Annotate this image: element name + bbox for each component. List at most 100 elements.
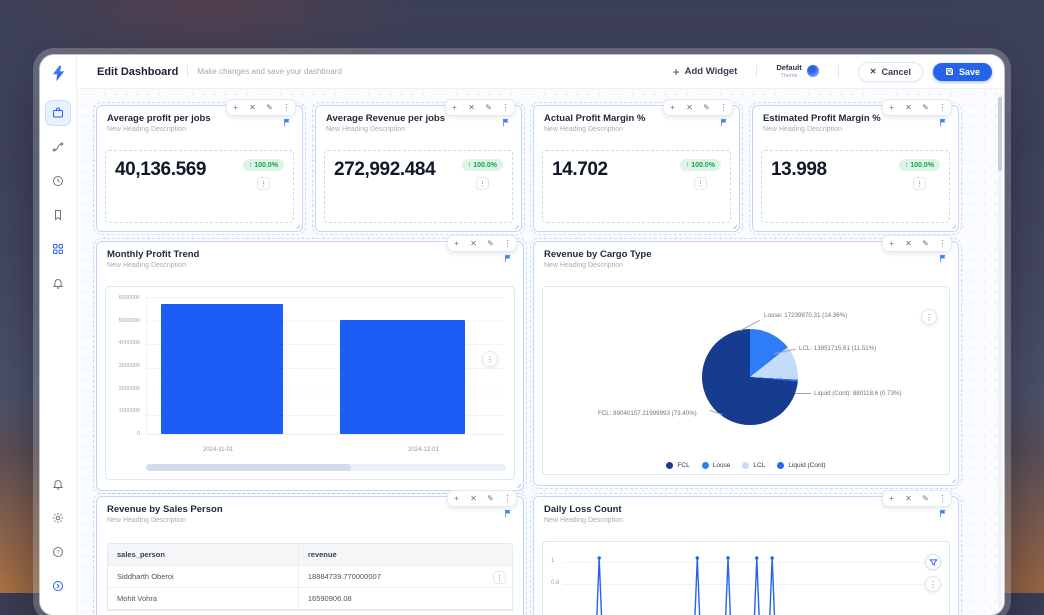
flow-icon <box>52 141 64 153</box>
widget-avg-revenue-per-jobs[interactable]: + ✕ ✎ ⋮ Average Revenue per jobs New Hea… <box>315 105 522 232</box>
widget-close-button[interactable]: ✕ <box>900 491 917 506</box>
sidebar-item-help[interactable]: ? <box>46 540 70 564</box>
row-menu-button[interactable]: ⋮ <box>493 571 506 584</box>
sidebar-item-history[interactable] <box>46 169 70 193</box>
flag-icon[interactable] <box>502 118 511 127</box>
widget-edit-button[interactable]: ✎ <box>698 100 715 115</box>
widget-add-button[interactable]: + <box>883 100 900 115</box>
resize-handle[interactable] <box>514 481 521 488</box>
widget-menu-button[interactable]: ⋮ <box>934 100 951 115</box>
widget-monthly-profit-trend[interactable]: + ✕ ✎ ⋮ Monthly Profit Trend New Heading… <box>96 241 524 491</box>
widget-edit-button[interactable]: ✎ <box>917 236 934 251</box>
chart-hscrollbar-thumb[interactable] <box>146 464 351 471</box>
widget-menu-button[interactable]: ⋮ <box>715 100 732 115</box>
widget-revenue-by-cargo-type[interactable]: + ✕ ✎ ⋮ Revenue by Cargo Type New Headin… <box>533 241 959 486</box>
widget-daily-loss-count[interactable]: + ✕ ✎ ⋮ Daily Loss Count New Heading Des… <box>533 496 959 615</box>
add-widget-button[interactable]: + Add Widget <box>673 65 738 79</box>
legend-item-fcl[interactable]: FCL <box>666 462 689 469</box>
widget-add-button[interactable]: + <box>227 100 244 115</box>
sidebar-item-saved[interactable] <box>46 203 70 227</box>
widget-menu-button[interactable]: ⋮ <box>934 236 951 251</box>
widget-menu-button[interactable]: ⋮ <box>499 491 516 506</box>
table-row[interactable]: Mohit Vohra 16590906.08 <box>108 588 512 610</box>
widget-close-button[interactable]: ✕ <box>465 236 482 251</box>
sidebar-item-settings[interactable] <box>46 506 70 530</box>
chart-menu-button[interactable]: ⋮ <box>925 576 941 592</box>
resize-handle[interactable] <box>512 222 519 229</box>
flag-icon[interactable] <box>939 118 948 127</box>
widget-menu-button[interactable]: ⋮ <box>278 100 295 115</box>
chart-menu-button[interactable]: ⋮ <box>921 309 937 325</box>
legend-swatch <box>666 462 673 469</box>
chart-hscrollbar <box>146 464 506 471</box>
widget-edit-button[interactable]: ✎ <box>917 491 934 506</box>
resize-handle[interactable] <box>293 222 300 229</box>
widget-menu-button[interactable]: ⋮ <box>499 236 516 251</box>
theme-selector[interactable]: Default Theme <box>776 64 818 78</box>
theme-sub-label: Theme <box>780 73 797 79</box>
widget-close-button[interactable]: ✕ <box>465 491 482 506</box>
flag-icon[interactable] <box>504 254 513 263</box>
widget-menu-button[interactable]: ⋮ <box>497 100 514 115</box>
widget-close-button[interactable]: ✕ <box>900 100 917 115</box>
sidebar-item-flows[interactable] <box>46 135 70 159</box>
chart-filter-button[interactable] <box>925 554 941 570</box>
legend-item-lcl[interactable]: LCL <box>742 462 765 469</box>
kpi-menu-button[interactable]: ⋮ <box>476 177 489 190</box>
widget-add-button[interactable]: + <box>448 236 465 251</box>
resize-handle[interactable] <box>730 222 737 229</box>
kpi-body: 14.702 ↑100.0% ⋮ <box>542 150 731 223</box>
flag-icon[interactable] <box>283 118 292 127</box>
flag-icon[interactable] <box>939 509 948 518</box>
sidebar-item-notifications[interactable] <box>46 472 70 496</box>
resize-handle[interactable] <box>949 476 956 483</box>
delta-badge: ↑100.0% <box>243 159 284 171</box>
canvas-scrollbar-thumb[interactable] <box>998 97 1002 171</box>
theme-color-swatch[interactable] <box>807 65 819 77</box>
bar-2024-11[interactable] <box>161 304 282 434</box>
cancel-button[interactable]: ✕ Cancel <box>858 62 923 82</box>
widget-add-button[interactable]: + <box>664 100 681 115</box>
chart-menu-button[interactable]: ⋮ <box>482 351 498 367</box>
widget-avg-profit-per-jobs[interactable]: + ✕ ✎ ⋮ Average profit per jobs New Head… <box>96 105 303 232</box>
widget-actual-profit-margin[interactable]: + ✕ ✎ ⋮ Actual Profit Margin % New Headi… <box>533 105 740 232</box>
flag-icon[interactable] <box>720 118 729 127</box>
kpi-menu-button[interactable]: ⋮ <box>257 177 270 190</box>
sidebar-item-dashboards[interactable] <box>46 101 70 125</box>
widget-revenue-by-sales-person[interactable]: + ✕ ✎ ⋮ Revenue by Sales Person New Head… <box>96 496 524 615</box>
delta-badge: ↑100.0% <box>680 159 721 171</box>
widget-edit-button[interactable]: ✎ <box>480 100 497 115</box>
pie-graphic[interactable] <box>702 329 798 425</box>
widget-add-button[interactable]: + <box>883 491 900 506</box>
kpi-menu-button[interactable]: ⋮ <box>694 177 707 190</box>
save-button[interactable]: Save <box>933 63 992 81</box>
flag-icon[interactable] <box>504 509 513 518</box>
widget-edit-button[interactable]: ✎ <box>917 100 934 115</box>
resize-handle[interactable] <box>949 222 956 229</box>
legend-item-liquid[interactable]: Liquid (Cont) <box>777 462 825 469</box>
widget-close-button[interactable]: ✕ <box>244 100 261 115</box>
widget-close-button[interactable]: ✕ <box>463 100 480 115</box>
legend-item-loose[interactable]: Loose <box>702 462 731 469</box>
dashboard-canvas: + ✕ ✎ ⋮ Average profit per jobs New Head… <box>77 89 1004 615</box>
bar-2024-12[interactable] <box>340 320 465 434</box>
sidebar-item-alerts[interactable] <box>46 271 70 295</box>
widget-edit-button[interactable]: ✎ <box>482 236 499 251</box>
widget-add-button[interactable]: + <box>883 236 900 251</box>
grid-icon <box>52 243 64 255</box>
pie-chart: Loose: 17239870.31 (14.36%) LCL: 1395171… <box>542 286 950 475</box>
widget-edit-button[interactable]: ✎ <box>482 491 499 506</box>
widget-estimated-profit-margin[interactable]: + ✕ ✎ ⋮ Estimated Profit Margin % New He… <box>752 105 959 232</box>
flag-icon[interactable] <box>939 254 948 263</box>
sidebar-item-widgets[interactable] <box>46 237 70 261</box>
column-header-sales-person: sales_person <box>108 544 298 565</box>
table-row[interactable]: Siddharth Oberoi 18884739.770000007 ⋮ <box>108 566 512 588</box>
widget-edit-button[interactable]: ✎ <box>261 100 278 115</box>
kpi-menu-button[interactable]: ⋮ <box>913 177 926 190</box>
widget-close-button[interactable]: ✕ <box>900 236 917 251</box>
widget-close-button[interactable]: ✕ <box>681 100 698 115</box>
widget-add-button[interactable]: + <box>448 491 465 506</box>
sidebar-collapse-button[interactable] <box>46 574 70 598</box>
widget-add-button[interactable]: + <box>446 100 463 115</box>
widget-menu-button[interactable]: ⋮ <box>934 491 951 506</box>
